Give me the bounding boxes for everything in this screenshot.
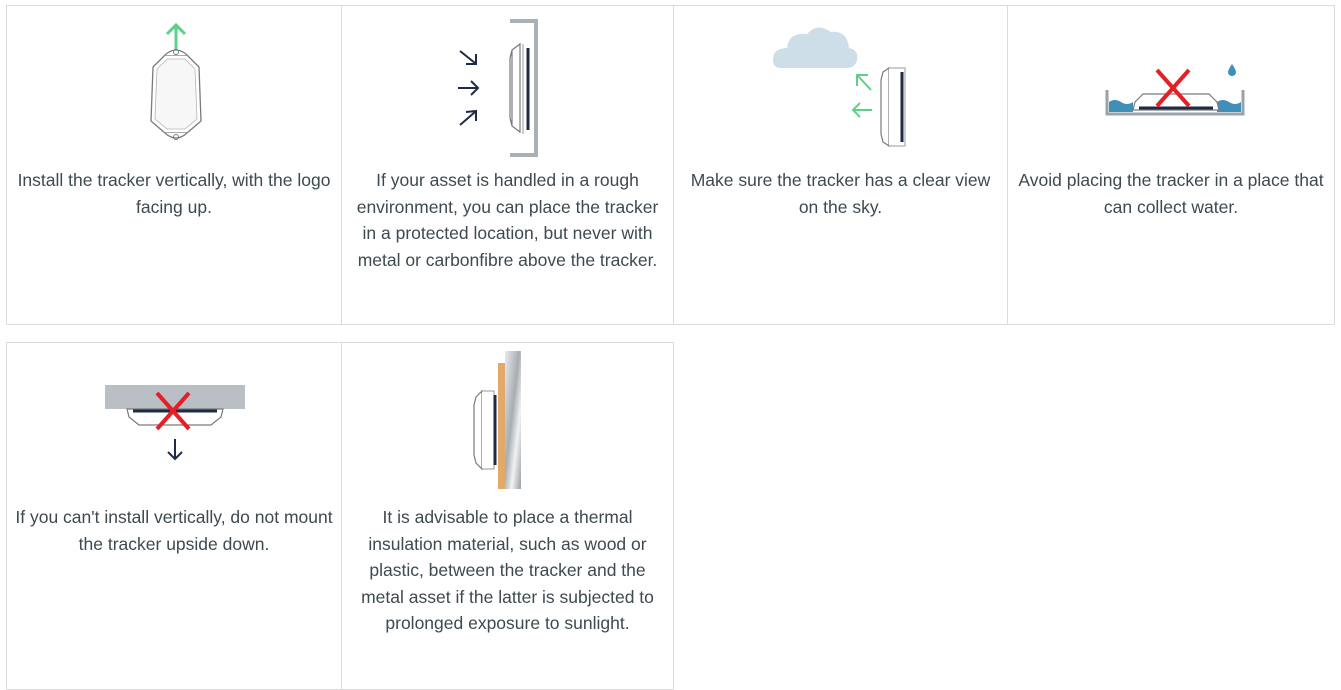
illustration-tracker-vertical: [7, 6, 341, 156]
tip-card-thermal-insulation: It is advisable to place a thermal insul…: [341, 342, 674, 690]
illustration-tracker-protected: [342, 6, 673, 157]
tip-caption: If your asset is handled in a rough envi…: [356, 170, 659, 270]
illustration-tracker-insulation: [342, 343, 673, 493]
tip-card-sky-view: Make sure the tracker has a clear view o…: [673, 5, 1008, 325]
cloud-sky-icon: [773, 27, 906, 148]
tip-card-vertical: Install the tracker vertically, with the…: [6, 5, 342, 325]
thermal-insulation-icon: [473, 351, 521, 489]
tip-card-protected: If your asset is handled in a rough envi…: [341, 5, 674, 325]
upside-down-crossed-icon: [105, 385, 245, 461]
tip-caption: Avoid placing the tracker in a place tha…: [1018, 170, 1324, 217]
tip-caption: If you can't install vertically, do not …: [15, 507, 333, 554]
illustration-tracker-upside-down: [7, 343, 341, 493]
protected-location-icon: [458, 19, 538, 157]
water-collect-crossed-icon: [1105, 64, 1245, 116]
tip-caption: It is advisable to place a thermal insul…: [361, 507, 654, 633]
tip-caption: Make sure the tracker has a clear view o…: [690, 170, 991, 217]
illustration-tracker-sky: [674, 6, 1007, 156]
illustration-tracker-water: [1008, 6, 1334, 156]
tip-caption: Install the tracker vertically, with the…: [17, 170, 331, 217]
tracker-vertical-icon: [150, 22, 202, 140]
tip-card-water: Avoid placing the tracker in a place tha…: [1007, 5, 1335, 325]
tip-card-upside-down: If you can't install vertically, do not …: [6, 342, 342, 690]
